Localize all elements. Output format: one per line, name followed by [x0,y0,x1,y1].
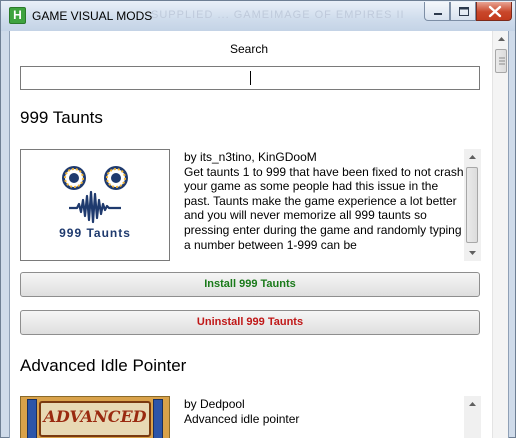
mod-author: by Dedpool [184,397,245,411]
scroll-up-arrow-icon[interactable] [493,31,509,48]
thumbnail-caption: 999 Taunts [59,226,131,240]
grip-icon [499,57,505,65]
title-bar[interactable]: H GAME VISUAL MODS SUPPLIED ... GAMEIMAG… [1,1,515,31]
install-button[interactable]: Install 999 Taunts [20,272,480,297]
minimize-icon [434,13,442,15]
mod-title: 999 Taunts [20,108,103,127]
scroll-up-arrow-icon[interactable] [464,149,481,166]
close-icon [488,5,502,18]
app-icon: H [9,7,26,24]
thumbnail-pillar-left [27,399,37,438]
background-ghost-title: SUPPLIED ... GAMEIMAGE OF EMPIRES II [151,9,405,21]
maximize-button[interactable] [450,2,476,21]
mod-description-text: Advanced idle pointer [184,411,300,426]
scrollbar-thumb[interactable] [466,167,478,243]
thumbnail-pillar-right [153,399,163,438]
description-scrollbar[interactable] [464,149,481,261]
mod-title: Advanced Idle Pointer [20,356,187,375]
scrollbar-thumb[interactable] [495,49,507,73]
maximize-icon [459,7,469,16]
thumbnail-caption: ADVANCED [43,407,147,426]
main-scrollbar[interactable] [492,31,509,438]
mod-author: by its_n3tino, KinGDooM [184,150,317,164]
app-window: H GAME VISUAL MODS SUPPLIED ... GAMEIMAG… [0,0,516,438]
scroll-up-arrow-icon[interactable] [464,396,481,413]
search-input[interactable] [20,66,480,90]
minimize-button[interactable] [424,2,450,21]
mod-thumbnail: ADVANCED [20,396,170,438]
mods-panel[interactable]: Search 999 Taunts 999 Taunts by its_n3ti… [9,31,509,438]
mod-description: by Dedpool Advanced idle pointer [184,397,464,437]
close-button[interactable] [476,2,512,21]
mod-description: by its_n3tino, KinGDooM Get taunts 1 to … [184,150,464,262]
mod-thumbnail: 999 Taunts [20,149,170,261]
taunts-logo-image [62,166,128,224]
mod-description-text: Get taunts 1 to 999 that have been fixed… [184,164,464,252]
text-caret [250,71,251,85]
scroll-down-arrow-icon[interactable] [464,244,481,261]
window-title: GAME VISUAL MODS [32,9,153,23]
uninstall-button[interactable]: Uninstall 999 Taunts [20,310,480,335]
search-label: Search [229,42,269,56]
description-scrollbar[interactable] [464,396,481,438]
